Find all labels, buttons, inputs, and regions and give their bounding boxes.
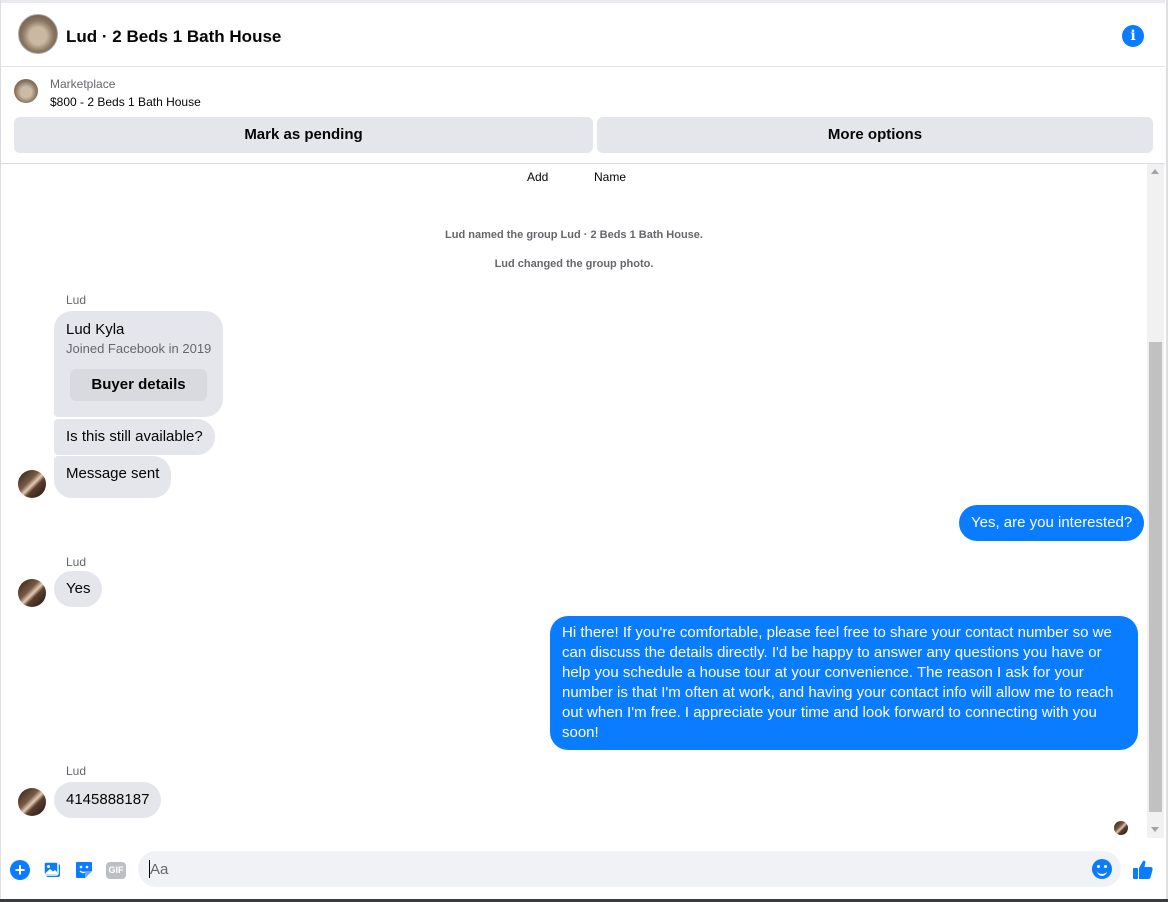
sender-name: Lud — [66, 293, 87, 307]
message-input-field[interactable] — [138, 851, 1121, 887]
marketplace-label: Marketplace — [50, 77, 116, 91]
plus-icon[interactable]: + — [10, 860, 30, 880]
group-avatar[interactable] — [18, 14, 58, 54]
info-icon[interactable]: i — [1122, 25, 1144, 47]
name-group-action[interactable]: Name — [594, 170, 626, 184]
sender-avatar[interactable] — [18, 788, 46, 816]
scroll-down-icon[interactable] — [1151, 827, 1159, 832]
photo-icon[interactable] — [43, 860, 63, 880]
add-label: Add — [527, 170, 549, 184]
system-message: Lud named the group Lud · 2 Beds 1 Bath … — [445, 229, 703, 241]
message-bubble-incoming[interactable]: 4145888187 — [54, 782, 162, 818]
scroll-up-icon[interactable] — [1151, 169, 1159, 174]
message-composer: + GIF — [1, 846, 1165, 902]
listing-title[interactable]: $800 - 2 Beds 1 Bath House — [50, 95, 201, 109]
gif-icon[interactable]: GIF — [106, 862, 126, 879]
thread-scrollbar[interactable] — [1147, 164, 1164, 838]
conversation-header: Lud · 2 Beds 1 Bath House i — [1, 0, 1165, 67]
message-bubble-incoming[interactable]: Yes — [54, 571, 103, 607]
like-icon[interactable] — [1131, 858, 1155, 882]
message-bubble-outgoing[interactable]: Hi there! If you're comfortable, please … — [550, 616, 1138, 750]
emoji-icon[interactable] — [1092, 859, 1112, 879]
listing-thumbnail[interactable] — [14, 79, 38, 103]
sender-name: Lud — [66, 555, 87, 569]
conversation-title[interactable]: Lud · 2 Beds 1 Bath House — [66, 27, 281, 47]
mark-as-pending-button[interactable]: Mark as pending — [14, 117, 593, 153]
system-message: Lud changed the group photo. — [494, 258, 654, 270]
scroll-thumb[interactable] — [1149, 342, 1162, 812]
buyer-details-button[interactable]: Buyer details — [70, 369, 207, 401]
marketplace-bar: Marketplace $800 - 2 Beds 1 Bath House M… — [1, 67, 1165, 164]
sender-avatar[interactable] — [18, 470, 46, 498]
more-options-button[interactable]: More options — [597, 117, 1153, 153]
message-bubble-outgoing[interactable]: Yes, are you interested? — [959, 505, 1145, 541]
name-label: Name — [594, 170, 627, 184]
buyer-name: Lud Kyla — [66, 321, 125, 338]
buyer-card: Lud Kyla Joined Facebook in 2019 Buyer d… — [54, 311, 223, 417]
message-bubble-incoming[interactable]: Message sent — [54, 456, 172, 498]
add-people-action[interactable]: Add — [527, 170, 548, 184]
sender-name: Lud — [66, 764, 87, 778]
message-thread[interactable]: Add Name Lud named the group Lud · 2 Bed… — [1, 164, 1147, 846]
messenger-window: Lud · 2 Beds 1 Bath House i Marketplace … — [0, 0, 1168, 902]
message-input[interactable] — [150, 851, 1080, 887]
message-bubble-incoming[interactable]: Is this still available? — [54, 419, 215, 455]
sticker-icon[interactable] — [74, 860, 94, 880]
buyer-joined: Joined Facebook in 2019 — [66, 341, 212, 356]
sender-avatar[interactable] — [18, 579, 46, 607]
read-receipt-avatar — [1114, 821, 1128, 835]
